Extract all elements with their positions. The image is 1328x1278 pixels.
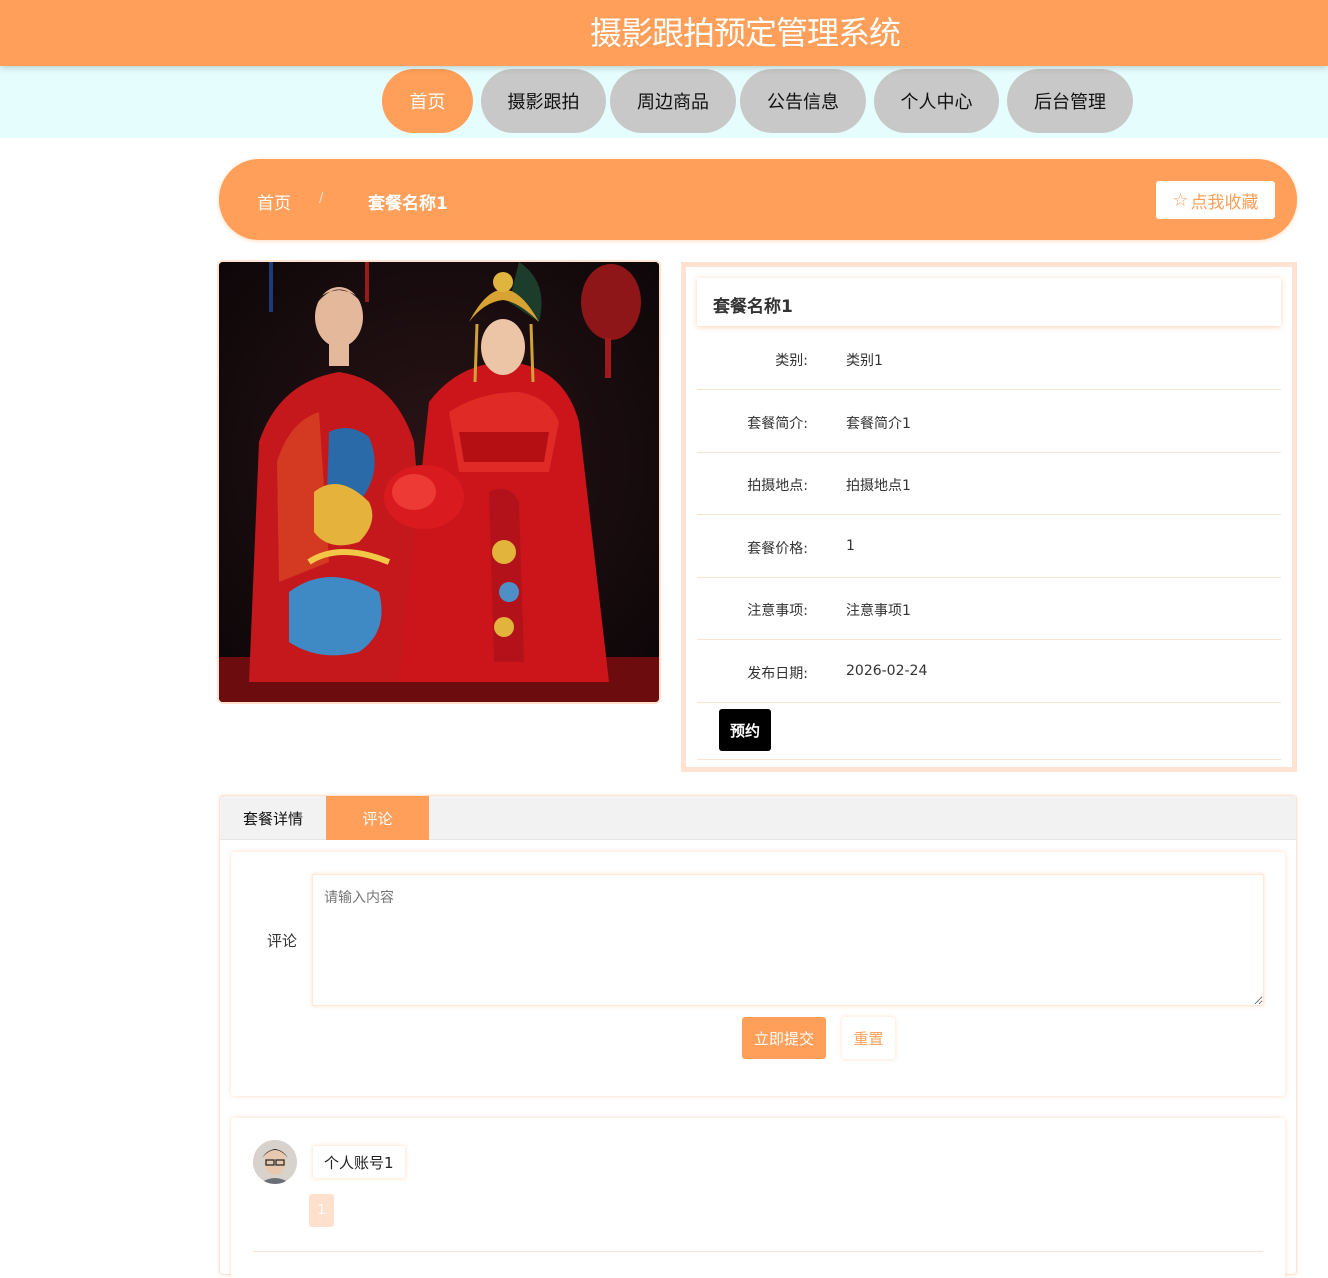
field-value: 1	[846, 538, 855, 554]
nav-item-products[interactable]: 周边商品	[610, 69, 736, 133]
field-notes-row: 注意事项: 注意事项1	[697, 578, 1281, 640]
field-value: 套餐简介1	[846, 416, 911, 432]
comment-username: 个人账号1	[313, 1146, 405, 1178]
avatar	[253, 1140, 297, 1184]
favorite-label: 点我收藏	[1190, 192, 1259, 213]
divider	[253, 1251, 1263, 1252]
booking-row: 预约	[697, 703, 1281, 760]
reset-button[interactable]: 重置	[842, 1017, 895, 1059]
favorite-button[interactable]: ☆ 点我收藏	[1156, 181, 1275, 219]
comment-input[interactable]	[312, 874, 1264, 1006]
nav-item-photography[interactable]: 摄影跟拍	[481, 69, 606, 133]
field-location-row: 拍摄地点: 拍摄地点1	[697, 453, 1281, 515]
field-value: 2026-02-24	[846, 663, 928, 679]
field-intro-row: 套餐简介: 套餐简介1	[697, 391, 1281, 453]
nav-item-profile[interactable]: 个人中心	[874, 69, 999, 133]
package-photo	[219, 262, 659, 702]
user-avatar-icon	[253, 1140, 297, 1184]
tab-bar: 套餐详情 评论	[220, 796, 1296, 840]
field-date-row: 发布日期: 2026-02-24	[697, 641, 1281, 703]
field-value: 类别1	[846, 353, 883, 369]
breadcrumb-current: 套餐名称1	[368, 194, 448, 214]
field-label: 套餐简介:	[747, 416, 808, 432]
field-label: 注意事项:	[747, 603, 808, 619]
main-nav: 首页 摄影跟拍 周边商品 公告信息 个人中心 后台管理	[0, 66, 1328, 138]
breadcrumb-home-link[interactable]: 首页	[257, 189, 291, 214]
tab-package-details[interactable]: 套餐详情	[220, 796, 326, 840]
field-category-row: 类别: 类别1	[697, 328, 1281, 390]
submit-comment-button[interactable]: 立即提交	[742, 1017, 826, 1059]
app-title: 摄影跟拍预定管理系统	[589, 14, 901, 52]
app-header: 摄影跟拍预定管理系统	[0, 0, 1328, 66]
nav-item-admin[interactable]: 后台管理	[1007, 69, 1133, 133]
nav-item-announcements[interactable]: 公告信息	[740, 69, 866, 133]
package-name: 套餐名称1	[697, 278, 1281, 326]
detail-tabs: 套餐详情 评论 评论 立即提交 重置 个人账号1 1	[219, 795, 1297, 1278]
package-info-panel: 套餐名称1 类别: 类别1 套餐简介: 套餐简介1 拍摄地点: 拍摄地点1 套餐…	[681, 262, 1297, 772]
field-label: 拍摄地点:	[747, 478, 808, 494]
star-outline-icon: ☆	[1172, 189, 1189, 211]
breadcrumb-separator: /	[319, 191, 324, 206]
field-value: 注意事项1	[846, 603, 911, 619]
field-label: 类别:	[775, 353, 808, 369]
tab-comments[interactable]: 评论	[326, 796, 429, 840]
breadcrumb: 首页 / 套餐名称1 ☆ 点我收藏	[219, 159, 1297, 240]
field-label: 套餐价格:	[747, 541, 808, 557]
comment-content: 1	[309, 1194, 334, 1227]
book-button[interactable]: 预约	[719, 709, 771, 751]
comment-list: 个人账号1 1	[231, 1118, 1285, 1278]
field-price-row: 套餐价格: 1	[697, 516, 1281, 578]
wedding-photo-illustration	[219, 262, 659, 702]
comment-form: 评论 立即提交 重置	[231, 852, 1285, 1096]
nav-item-home[interactable]: 首页	[382, 69, 473, 133]
comment-label: 评论	[267, 932, 298, 950]
field-label: 发布日期:	[747, 666, 808, 682]
field-value: 拍摄地点1	[846, 478, 911, 494]
